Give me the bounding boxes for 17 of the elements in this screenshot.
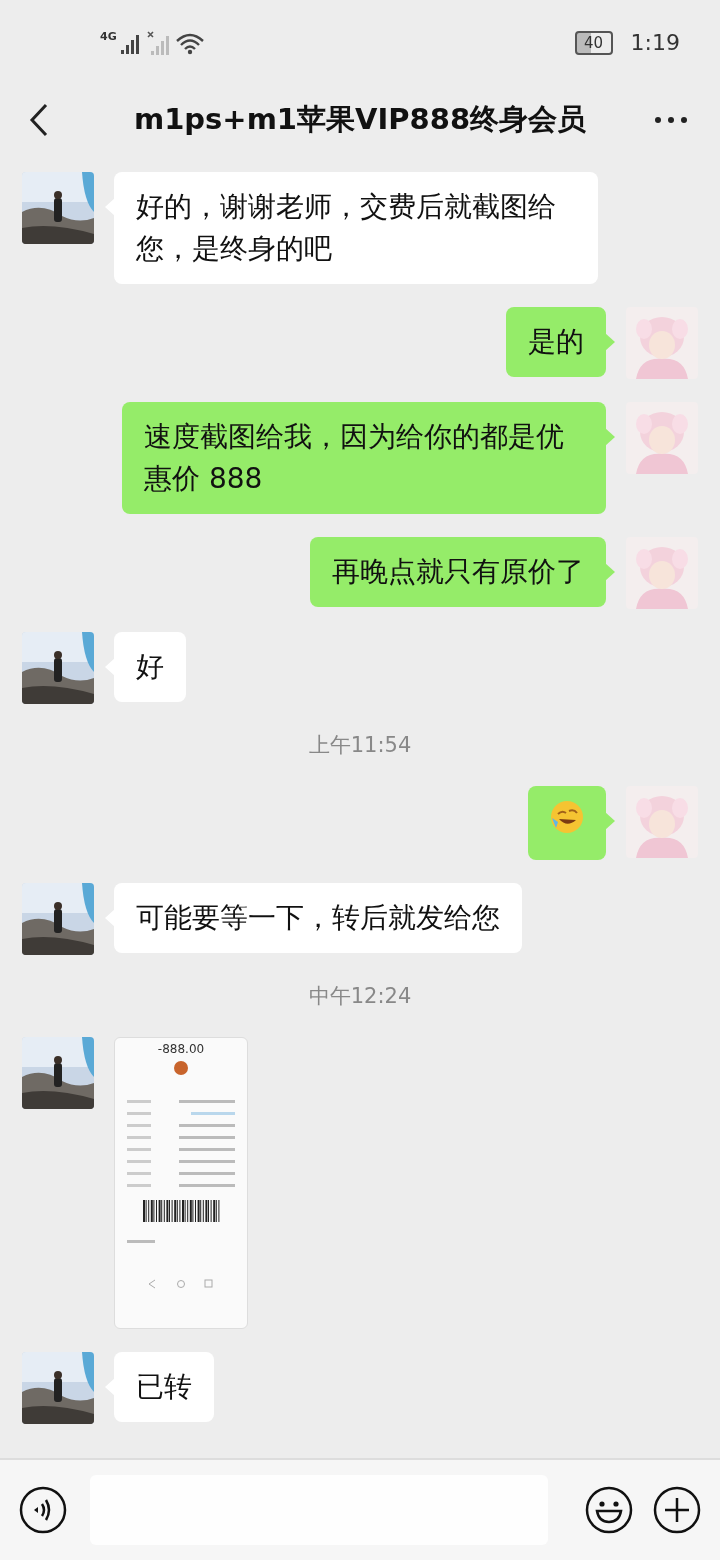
more-icon	[655, 117, 687, 123]
bubble-tail	[605, 428, 615, 446]
laughing-face-icon	[550, 800, 584, 834]
bubble-tail	[605, 563, 615, 581]
emoji-button[interactable]	[584, 1485, 634, 1535]
network-label: 4G	[100, 30, 117, 43]
no-signal-icon	[146, 30, 171, 55]
clock: 1:19	[630, 30, 680, 55]
chat-title: m1ps+m1苹果VIP888终身会员	[132, 101, 588, 138]
voice-button[interactable]	[18, 1485, 68, 1535]
timestamp: 中午12:24	[308, 984, 412, 1008]
timestamp: 上午11:54	[308, 733, 412, 757]
screenshot-thumbnail[interactable]: -888.00	[114, 1037, 248, 1329]
battery-icon: 40	[574, 30, 613, 55]
bubble-tail	[605, 333, 615, 351]
add-button[interactable]	[652, 1485, 702, 1535]
payment-amount: -888.00	[157, 1042, 205, 1056]
